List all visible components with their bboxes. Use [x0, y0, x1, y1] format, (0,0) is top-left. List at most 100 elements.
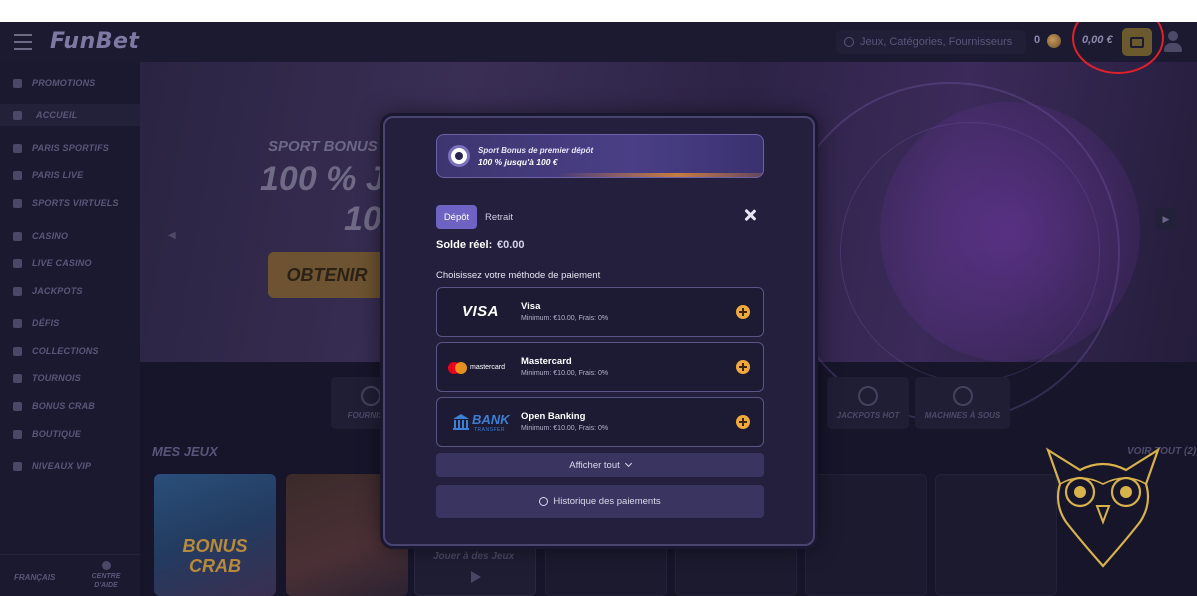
first-deposit-bonus-banner[interactable]: Sport Bonus de premier dépôt 100 % jusqu… — [436, 134, 764, 178]
category-label: JACKPOTS HOT — [836, 411, 900, 420]
payment-method-name: Mastercard — [521, 356, 572, 367]
ball-icon — [13, 143, 22, 153]
language-selector[interactable]: FRANÇAIS — [14, 573, 55, 582]
coin-icon[interactable] — [1047, 34, 1061, 48]
game-title: BONUS CRAB — [182, 536, 248, 576]
target-icon — [13, 318, 22, 328]
sidebar-item-label: BOUTIQUE — [32, 429, 82, 439]
promo-title: Sport Bonus de premier dépôt — [478, 145, 594, 155]
close-icon[interactable] — [742, 208, 758, 224]
sidebar-item-label: CASINO — [32, 231, 69, 241]
tab-deposit[interactable]: Dépôt — [436, 205, 477, 229]
promo-text: Sport Bonus de premier dépôt 100 % jusqu… — [478, 146, 593, 167]
plus-icon[interactable] — [736, 360, 750, 374]
sidebar-item-label: DÉFIS — [32, 318, 60, 328]
sidebar-item-live-casino[interactable]: LIVE CASINO — [0, 252, 140, 274]
banner-cta-button[interactable]: OBTENIR — [268, 252, 386, 298]
payment-method-name: Open Banking — [521, 411, 586, 422]
payment-method-mastercard[interactable]: mastercard Mastercard Minimum: €10.00, F… — [436, 342, 764, 392]
sidebar-item-label: BONUS CRAB — [32, 401, 96, 411]
plus-icon[interactable] — [736, 415, 750, 429]
sidebar-item-label: PARIS LIVE — [32, 170, 84, 180]
sidebar-item-collections[interactable]: COLLECTIONS — [0, 340, 140, 362]
sidebar-item-challenges[interactable]: DÉFIS — [0, 312, 140, 334]
payment-method-details: Minimum: €10.00, Frais: 0% — [521, 425, 609, 432]
play-icon — [471, 571, 481, 583]
banner-line-3: 10 — [344, 200, 382, 238]
sidebar-item-label: PARIS SPORTIFS — [32, 143, 109, 153]
payment-method-open-banking[interactable]: BANK TRANSFER Open Banking Minimum: €10.… — [436, 397, 764, 447]
sidebar-item-label: JACKPOTS — [32, 286, 83, 296]
payment-history-button[interactable]: Historique des paiements — [436, 485, 764, 518]
chevron-left-icon[interactable]: ◀ — [168, 230, 176, 241]
jackpot-icon — [13, 286, 22, 296]
trophy-icon — [13, 373, 22, 383]
live-icon — [13, 170, 22, 180]
game-card-placeholder — [805, 474, 927, 596]
visa-logo: VISA — [462, 303, 500, 320]
payment-method-details: Minimum: €10.00, Frais: 0% — [521, 370, 609, 377]
sidebar-item-live-betting[interactable]: PARIS LIVE — [0, 164, 140, 186]
play-games-label: Jouer à des Jeux — [433, 551, 515, 562]
promo-offer: 100 % jusqu'à 100 € — [478, 156, 558, 167]
menu-icon[interactable] — [14, 34, 32, 50]
bank-transfer-logo: BANK TRANSFER — [452, 412, 514, 435]
sidebar-item-shop[interactable]: BOUTIQUE — [0, 423, 140, 445]
mastercard-logo-text: mastercard — [470, 364, 506, 371]
help-icon — [101, 561, 111, 570]
crab-icon — [13, 401, 22, 411]
history-icon — [539, 497, 549, 506]
show-all-button[interactable]: Afficher tout — [436, 453, 764, 477]
sidebar-item-label: LIVE CASINO — [32, 258, 92, 268]
tab-withdraw[interactable]: Retrait — [485, 205, 513, 229]
category-slot-machines[interactable]: MACHINES À SOUS — [915, 377, 1010, 429]
game-card-bonus-crab[interactable]: BONUS CRAB — [154, 474, 276, 596]
chevron-right-icon[interactable]: ▶ — [1155, 208, 1177, 230]
game-card-placeholder — [935, 474, 1057, 596]
payment-method-heading: Choisissez votre méthode de paiement — [436, 270, 601, 281]
banner-line-1: SPORT BONUS I — [268, 138, 387, 155]
show-all-label: Afficher tout — [569, 459, 620, 471]
sidebar-item-virtual-sports[interactable]: SPORTS VIRTUELS — [0, 192, 140, 214]
sidebar-item-label: PROMOTIONS — [32, 78, 96, 88]
help-label: CENTRE — [91, 573, 121, 580]
user-icon[interactable] — [1163, 31, 1183, 53]
sidebar-item-label: COLLECTIONS — [32, 346, 99, 356]
sidebar-item-casino[interactable]: CASINO — [0, 225, 140, 247]
slot-machine-icon — [952, 386, 973, 406]
payment-method-details: Minimum: €10.00, Frais: 0% — [521, 315, 609, 322]
sidebar-item-label: ACCUEIL — [36, 110, 78, 120]
help-label: D'AIDE — [94, 582, 118, 589]
sidebar-item-promotions[interactable]: PROMOTIONS — [0, 72, 140, 94]
shop-icon — [13, 429, 22, 439]
crown-icon — [13, 461, 22, 471]
sidebar-item-vip-levels[interactable]: NIVEAUX VIP — [0, 455, 140, 477]
controller-icon — [13, 198, 22, 208]
plus-icon[interactable] — [736, 305, 750, 319]
dealer-icon — [13, 258, 22, 268]
sidebar: PROMOTIONS ACCUEIL PARIS SPORTIFS PARIS … — [0, 62, 140, 596]
sidebar-item-home[interactable]: ACCUEIL — [0, 104, 140, 126]
sidebar-item-label: SPORTS VIRTUELS — [32, 198, 119, 208]
sidebar-item-sports-betting[interactable]: PARIS SPORTIFS — [0, 137, 140, 159]
balance-label: Solde réel: — [436, 239, 493, 251]
search-input[interactable]: Jeux, Catégories, Fournisseurs — [836, 30, 1026, 54]
logo[interactable]: FunBet — [50, 29, 139, 54]
sidebar-item-jackpots[interactable]: JACKPOTS — [0, 280, 140, 302]
help-center-link[interactable]: CENTRE D'AIDE — [86, 561, 126, 590]
bank-logo-text: BANK — [472, 412, 510, 427]
sidebar-item-tournaments[interactable]: TOURNOIS — [0, 367, 140, 389]
sidebar-item-label: TOURNOIS — [32, 373, 81, 383]
bank-logo-subtext: TRANSFER — [474, 427, 505, 433]
search-icon — [844, 37, 854, 47]
bank-building-icon — [453, 414, 469, 430]
search-placeholder: Jeux, Catégories, Fournisseurs — [860, 36, 1013, 48]
category-jackpots-hot[interactable]: JACKPOTS HOT — [827, 377, 909, 429]
payment-method-visa[interactable]: VISA Visa Minimum: €10.00, Frais: 0% — [436, 287, 764, 337]
coin-count: 0 — [1034, 34, 1041, 46]
soccer-ball-icon — [448, 145, 470, 167]
category-label: MACHINES À SOUS — [924, 411, 1001, 420]
jackpot-icon — [858, 386, 878, 406]
sidebar-item-bonus-crab[interactable]: BONUS CRAB — [0, 395, 140, 417]
balance-value: €0.00 — [497, 239, 525, 251]
